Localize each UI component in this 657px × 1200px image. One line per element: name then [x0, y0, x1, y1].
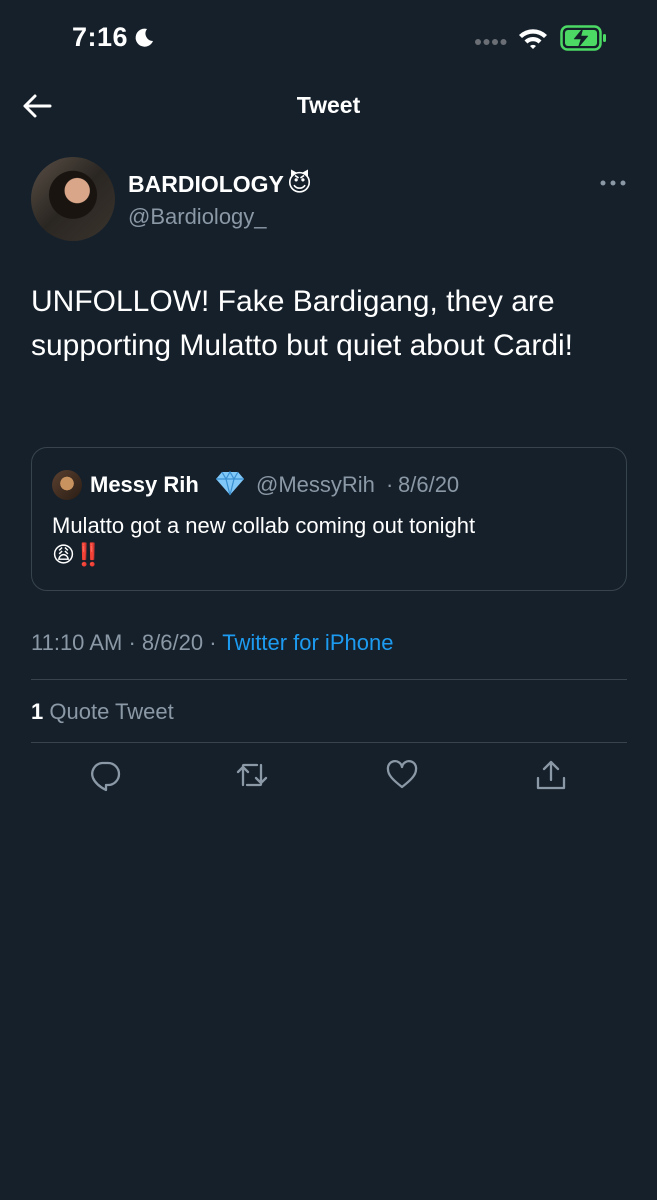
- reply-icon: [91, 761, 121, 792]
- author-avatar[interactable]: [31, 157, 115, 241]
- tweet-meta: 11:10 AM · 8/6/20 · Twitter for iPhone: [31, 630, 393, 656]
- battery-charging-icon: [560, 25, 606, 51]
- signal-icon: [475, 39, 507, 45]
- separator-dot: ·: [128, 630, 142, 655]
- more-horizontal-icon[interactable]: [599, 177, 627, 189]
- quote-tweets-stat[interactable]: 1 Quote Tweet: [31, 699, 174, 725]
- separator-dot: ·: [386, 472, 394, 497]
- author-name[interactable]: BARDIOLOGY: [128, 171, 284, 198]
- tweet-time: 11:10 AM: [31, 630, 123, 655]
- gem-icon: [216, 470, 244, 496]
- status-bar: 7:16: [0, 0, 657, 78]
- quoted-tweet-emojis: 😩‼️: [52, 542, 103, 567]
- tweet-source-link[interactable]: Twitter for iPhone: [222, 630, 393, 655]
- share-button[interactable]: [534, 758, 568, 792]
- tweet-text: UNFOLLOW! Fake Bardigang, they are suppo…: [31, 285, 574, 362]
- quoted-date: 8/6/20: [398, 472, 460, 497]
- quoted-tweet-text: Mulatto got a new collab coming out toni…: [52, 513, 476, 538]
- tweet-date: 8/6/20: [141, 630, 204, 655]
- tweet-action-bar: [0, 758, 657, 798]
- page-title: Tweet: [296, 92, 361, 118]
- status-time: 7:16: [72, 22, 129, 52]
- like-button[interactable]: [385, 758, 419, 792]
- divider: [31, 742, 627, 743]
- nav-bar: Tweet: [0, 78, 657, 136]
- quoted-tweet-card[interactable]: Messy Rih @MessyRih · 8/6/20 Mulatto got…: [31, 447, 627, 591]
- moon-icon: [135, 28, 153, 47]
- heart-icon: [386, 760, 418, 789]
- author-handle[interactable]: @Bardiology_: [128, 204, 267, 230]
- quoted-author-avatar: [52, 470, 82, 500]
- retweet-icon: [236, 763, 268, 787]
- quoted-author-name: Messy Rih: [90, 472, 199, 497]
- retweet-button[interactable]: [235, 758, 269, 792]
- quote-tweet-label: Quote Tweet: [49, 699, 174, 724]
- divider: [31, 679, 627, 680]
- share-icon: [536, 760, 566, 790]
- quote-tweet-count: 1: [31, 699, 44, 724]
- reply-button[interactable]: [88, 758, 122, 792]
- tweet-author: BARDIOLOGY 😈 @Bardiology_: [31, 157, 631, 247]
- author-name-emoji: 😈: [287, 170, 313, 197]
- wifi-icon: [519, 29, 547, 49]
- separator-dot: ·: [209, 630, 223, 655]
- quoted-author-handle: @MessyRih: [256, 472, 375, 497]
